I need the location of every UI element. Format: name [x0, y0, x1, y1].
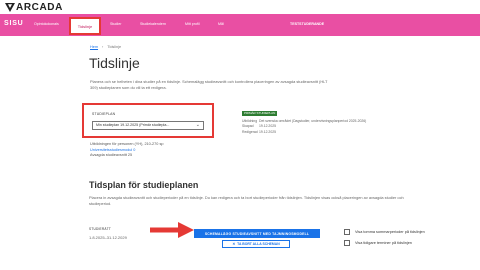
app-name[interactable]: SISU [4, 20, 24, 27]
meta-value: 19.12.2025 [259, 129, 276, 134]
close-icon: ✕ [232, 242, 236, 246]
status-badge: PRIMÄR STUDIEPLAN [242, 111, 278, 116]
checkbox-label: Visa tomma sommarperioder på tidslinjen [355, 230, 425, 234]
breadcrumb-home[interactable]: Hem [90, 45, 98, 49]
red-arrow-icon [150, 222, 194, 238]
page-title: Tidslinje [89, 55, 140, 71]
user-menu[interactable]: TESTSTUDERANDE [290, 22, 324, 26]
study-plan-info: Utbildningen för personen (YH), 210-270 … [90, 142, 163, 159]
study-plan-degree: Utbildningen för personen (YH), 210-270 … [90, 142, 164, 146]
schedule-title: Tidsplan för studieplanen [89, 180, 199, 190]
study-plan-count: Avsagda studieavsnitt 25 [90, 153, 133, 157]
meta-value: 19.12.2025 [259, 124, 276, 129]
chevron-down-icon: ⌄ [195, 122, 200, 128]
schedule-studies-button[interactable]: SCHEMALÄGG STUDIEAVSNITT MED TAJMNINGSMO… [194, 229, 320, 238]
arcada-logo[interactable]: ARCADA [5, 2, 63, 13]
study-plan-highlight: STUDIEPLAN Min studieplan 19.12.2025 (Pr… [82, 103, 214, 138]
nav-link-profile[interactable]: Mitt profil [185, 22, 200, 26]
show-past-terms-checkbox[interactable]: Visa tidigare terminer på tidslinjen [344, 240, 412, 246]
meta-value: Det svenska området (Dagstudier, undervi… [259, 119, 367, 123]
studies-label: STUDIERÄTT [89, 227, 112, 231]
show-empty-summer-checkbox[interactable]: Visa tomma sommarperioder på tidslinjen [344, 229, 425, 235]
studies-dates: 1.8.2025–31.12.2029 [89, 235, 127, 240]
checkbox-box[interactable] [344, 240, 350, 246]
breadcrumb: Hem › Tidslinje [90, 45, 121, 49]
logo-text: ARCADA [16, 2, 63, 13]
checkbox-box[interactable] [344, 229, 350, 235]
plan-metadata: Utbildning Det svenska området (Dagstudie… [242, 119, 366, 135]
nav-link-tidslinje[interactable]: Tidslinje [69, 17, 101, 35]
nav-link-studiekalendern[interactable]: Studiekalendern [140, 22, 166, 26]
study-plan-select[interactable]: Min studieplan 19.12.2025 (Primär studie… [92, 121, 204, 130]
brand-bar: ARCADA [0, 0, 480, 14]
meta-row: Redigerad19.12.2025 [242, 130, 366, 135]
remove-all-label: TA BORT ALLA SCHEMAN [237, 242, 280, 246]
remove-all-schedules-button[interactable]: ✕ TA BORT ALLA SCHEMAN [222, 240, 290, 248]
nav-link-studier[interactable]: Studier [110, 22, 121, 26]
meta-key: Redigerad [242, 129, 258, 134]
nav-link-opintokokonais[interactable]: Opintokokonais [34, 22, 59, 26]
checkbox-label: Visa tidigare terminer på tidslinjen [355, 241, 412, 245]
nav-link-mal[interactable]: Mål [218, 22, 224, 26]
breadcrumb-current: Tidslinje [107, 45, 122, 49]
arcada-logo-icon [5, 3, 15, 12]
schedule-intro: Placera in avsagda studieavsnitt och stu… [89, 195, 404, 206]
breadcrumb-separator: › [102, 45, 104, 49]
study-plan-selected: Min studieplan 19.12.2025 (Primär studie… [96, 123, 170, 127]
study-plan-label: STUDIEPLAN [92, 112, 116, 116]
top-navigation: SISU Opintokokonais Tidslinje Studier St… [0, 14, 480, 36]
page-intro: Planera och se helheten i dina studier p… [90, 79, 328, 90]
